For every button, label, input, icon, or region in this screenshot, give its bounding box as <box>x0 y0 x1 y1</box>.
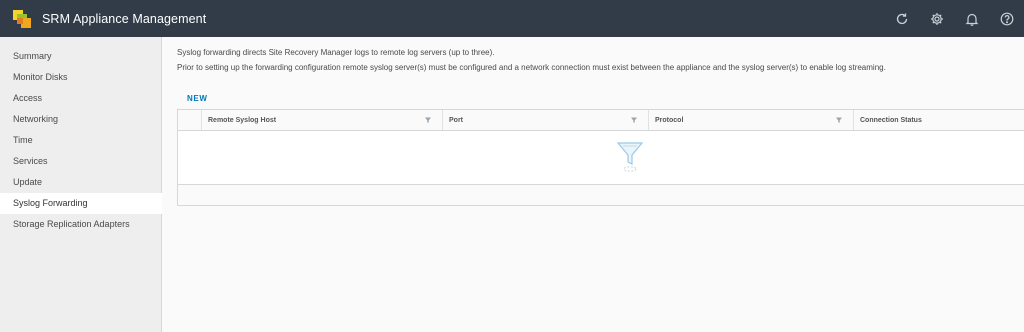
description-line-2: Prior to setting up the forwarding confi… <box>177 63 886 72</box>
sidebar-item-networking[interactable]: Networking <box>0 109 161 130</box>
sidebar-item-syslog-forwarding[interactable]: Syslog Forwarding <box>0 193 162 214</box>
grid-header: Remote Syslog Host Port Protocol Connect… <box>178 110 1024 131</box>
sidebar-item-summary[interactable]: Summary <box>0 46 161 67</box>
filter-icon[interactable] <box>835 116 843 124</box>
column-label: Port <box>449 116 463 124</box>
bell-icon[interactable] <box>954 0 989 37</box>
help-icon[interactable] <box>989 0 1024 37</box>
syslog-servers-grid: Remote Syslog Host Port Protocol Connect… <box>177 109 1024 206</box>
app-title: SRM Appliance Management <box>42 11 207 26</box>
filter-icon[interactable] <box>424 116 432 124</box>
refresh-icon[interactable] <box>884 0 919 37</box>
sidebar-item-time[interactable]: Time <box>0 130 161 151</box>
app-header: SRM Appliance Management <box>0 0 1024 37</box>
select-column-header <box>178 110 201 130</box>
header-actions <box>884 0 1024 37</box>
column-label: Protocol <box>655 116 684 124</box>
empty-funnel-icon <box>616 142 644 172</box>
description-line-1: Syslog forwarding directs Site Recovery … <box>177 48 495 57</box>
sidebar-item-update[interactable]: Update <box>0 172 161 193</box>
sidebar-item-access[interactable]: Access <box>0 88 161 109</box>
column-label: Remote Syslog Host <box>208 116 277 124</box>
column-label: Connection Status <box>860 116 922 124</box>
new-button[interactable]: NEW <box>187 94 207 103</box>
srm-logo-icon <box>12 9 32 29</box>
sidebar-item-monitor-disks[interactable]: Monitor Disks <box>0 67 161 88</box>
column-header-port[interactable]: Port <box>442 110 648 130</box>
column-header-connection-status[interactable]: Connection Status <box>853 110 1024 130</box>
column-header-remote-syslog-host[interactable]: Remote Syslog Host <box>201 110 442 130</box>
sidebar-item-storage-replication-adapters[interactable]: Storage Replication Adapters <box>0 214 161 235</box>
grid-body-empty <box>178 131 1024 185</box>
column-header-protocol[interactable]: Protocol <box>648 110 853 130</box>
filter-icon[interactable] <box>630 116 638 124</box>
gear-icon[interactable] <box>919 0 954 37</box>
sidebar-nav: Summary Monitor Disks Access Networking … <box>0 37 162 332</box>
grid-footer <box>178 185 1024 205</box>
sidebar-item-services[interactable]: Services <box>0 151 161 172</box>
main-content: Syslog forwarding directs Site Recovery … <box>163 37 1024 332</box>
